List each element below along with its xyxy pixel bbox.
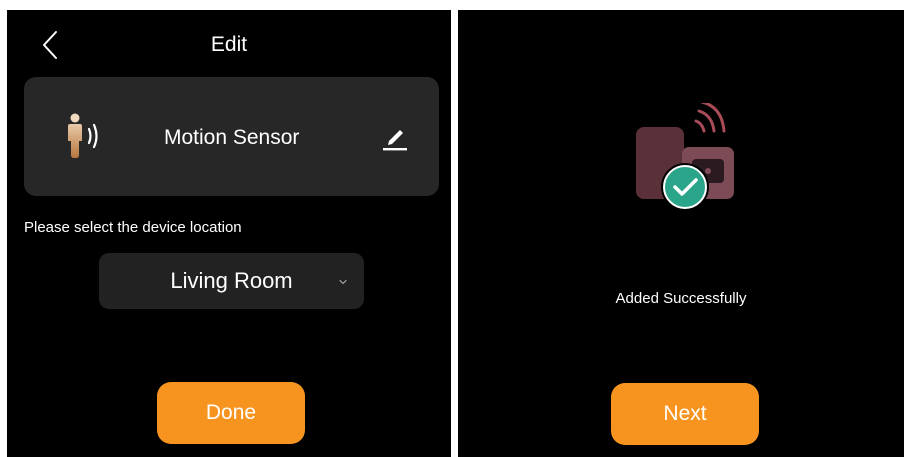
pencil-icon[interactable] (380, 121, 410, 153)
added-success-screen: Added Successfully Next (458, 10, 904, 457)
success-message: Added Successfully (615, 290, 747, 307)
motion-sensor-icon (68, 113, 98, 158)
location-prompt: Please select the device location (24, 219, 242, 236)
device-added-success-icon (636, 103, 734, 211)
page-title: Edit (210, 33, 248, 56)
device-card: Motion Sensor (24, 77, 439, 196)
next-button[interactable]: Next (611, 383, 759, 445)
location-selected-value: Living Room (170, 268, 293, 293)
edit-device-screen: Edit Motion Sensor Please select the dev… (7, 10, 451, 457)
location-dropdown[interactable]: Living Room (99, 253, 364, 309)
device-name: Motion Sensor (164, 126, 300, 149)
done-button[interactable]: Done (157, 382, 305, 444)
chevron-down-icon (339, 279, 347, 285)
